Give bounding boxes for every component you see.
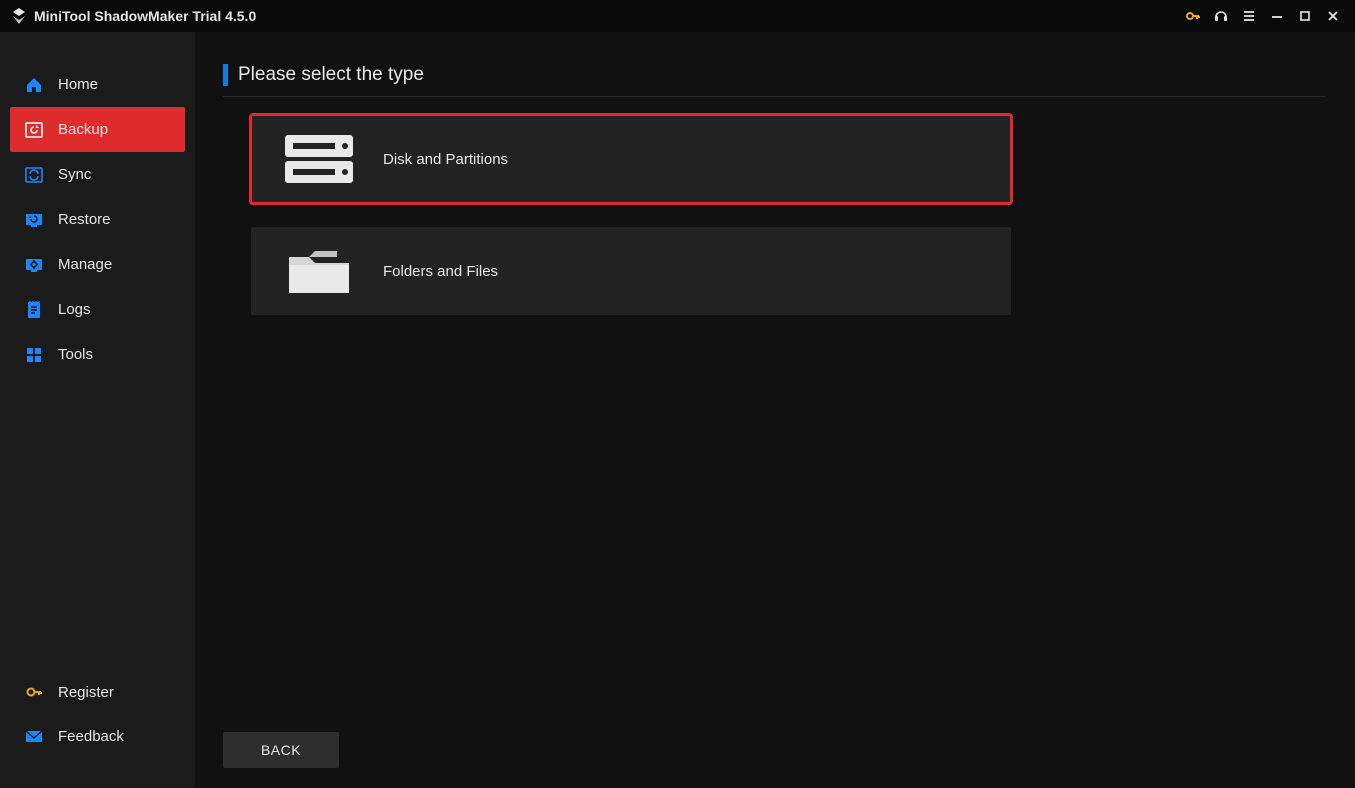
disk-icon (279, 131, 359, 187)
sidebar-item-label: Restore (58, 211, 111, 228)
sidebar-item-label: Feedback (58, 728, 124, 745)
back-button[interactable]: BACK (223, 732, 339, 768)
sidebar-item-logs[interactable]: Logs (10, 287, 185, 332)
sidebar-item-feedback[interactable]: Feedback (10, 714, 185, 758)
sidebar-item-manage[interactable]: Manage (10, 242, 185, 287)
mail-icon (24, 726, 44, 746)
sidebar-item-label: Sync (58, 166, 91, 183)
app-logo-icon (10, 7, 28, 25)
sidebar-item-label: Logs (58, 301, 91, 318)
option-label: Folders and Files (383, 263, 498, 280)
sidebar-item-sync[interactable]: Sync (10, 152, 185, 197)
sidebar-item-backup[interactable]: Backup (10, 107, 185, 152)
option-label: Disk and Partitions (383, 151, 508, 168)
page-title-row: Please select the type (223, 64, 1325, 97)
logs-icon (24, 300, 44, 320)
sidebar-item-label: Manage (58, 256, 112, 273)
tools-icon (24, 345, 44, 365)
sidebar-item-label: Backup (58, 121, 108, 138)
key-icon[interactable] (1179, 2, 1207, 30)
close-button[interactable] (1319, 2, 1347, 30)
sidebar-item-label: Register (58, 684, 114, 701)
manage-icon (24, 255, 44, 275)
title-accent (223, 64, 228, 86)
option-folders-and-files[interactable]: Folders and Files (251, 227, 1011, 315)
maximize-button[interactable] (1291, 2, 1319, 30)
sidebar-item-home[interactable]: Home (10, 62, 185, 107)
page-title: Please select the type (238, 64, 424, 86)
back-button-label: BACK (261, 742, 301, 758)
sync-icon (24, 165, 44, 185)
headset-icon[interactable] (1207, 2, 1235, 30)
sidebar: Home Backup (0, 32, 195, 788)
sidebar-item-label: Tools (58, 346, 93, 363)
sidebar-item-tools[interactable]: Tools (10, 332, 185, 377)
restore-icon (24, 210, 44, 230)
backup-icon (24, 120, 44, 140)
app-title: MiniTool ShadowMaker Trial 4.5.0 (34, 8, 256, 24)
sidebar-item-register[interactable]: Register (10, 670, 185, 714)
title-bar: MiniTool ShadowMaker Trial 4.5.0 (0, 0, 1355, 32)
sidebar-item-restore[interactable]: Restore (10, 197, 185, 242)
key-icon (24, 682, 44, 702)
sidebar-item-label: Home (58, 76, 98, 93)
minimize-button[interactable] (1263, 2, 1291, 30)
content-area: Please select the type Disk and Partitio… (195, 32, 1355, 788)
home-icon (24, 75, 44, 95)
folder-icon (279, 243, 359, 299)
option-disk-and-partitions[interactable]: Disk and Partitions (251, 115, 1011, 203)
menu-icon[interactable] (1235, 2, 1263, 30)
